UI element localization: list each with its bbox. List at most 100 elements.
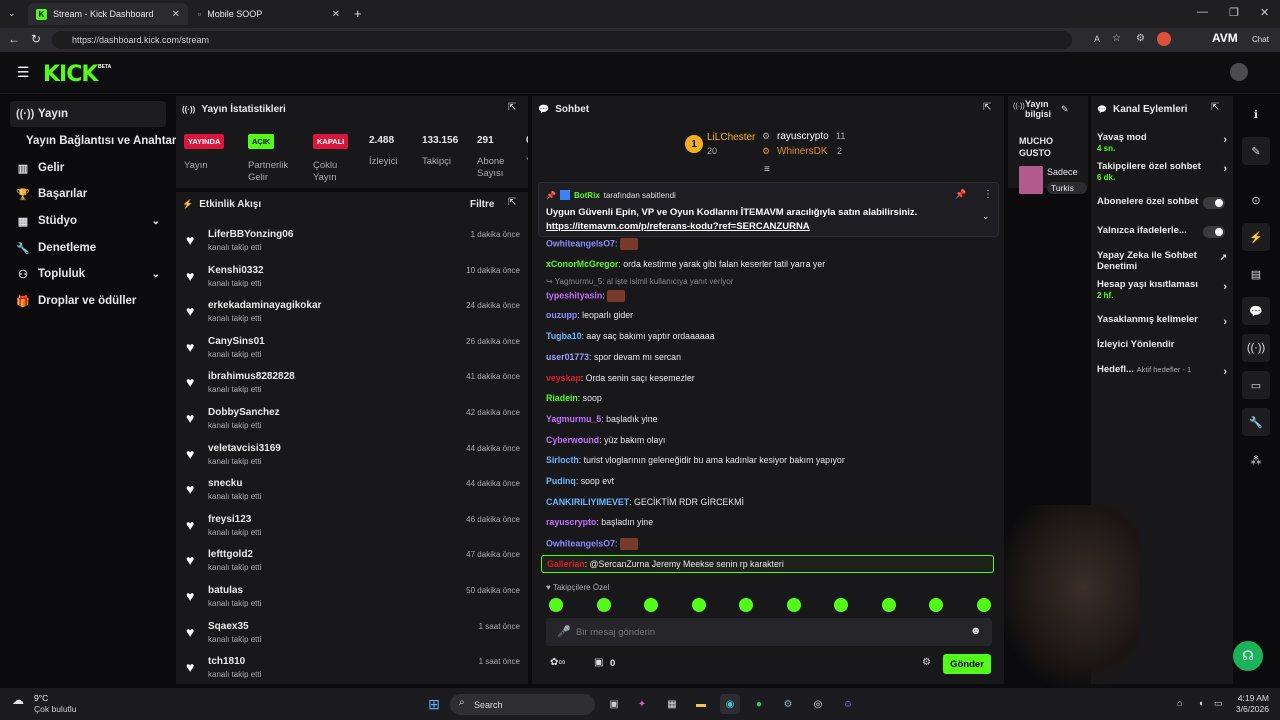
more-options-icon[interactable]: ⋮ [983,189,993,200]
settings-gear-icon[interactable]: ⚙ [922,657,931,668]
channel-action[interactable]: Yapay Zeka ile Sohbet Denetimi ↗ [1097,250,1227,272]
chat-message[interactable]: Cyberwound: yüz bakım olayı [546,435,998,445]
chat-message[interactable]: typeshityasin: [546,290,998,302]
chat-username[interactable]: xConorMcGregor [546,259,618,269]
follower-name[interactable]: LiferBBYonzing06 [208,229,293,240]
chat-message[interactable]: OwhiteangelsO7: [546,238,998,250]
follower-name[interactable]: CanySins01 [208,336,265,347]
follower-name[interactable]: lefttgold2 [208,549,253,560]
chevron-down-icon[interactable]: ⌄ [982,211,990,222]
layout-icon[interactable]: ▭ [1242,371,1270,399]
popout-icon[interactable]: ⇱ [983,102,991,113]
store-icon[interactable]: ▦ [662,694,682,714]
emote-icon[interactable] [596,598,611,612]
follower-name[interactable]: freysi123 [208,514,251,525]
clock-time[interactable]: 4:19 AM [1237,693,1269,703]
close-icon[interactable]: ✕ [172,9,180,20]
document-icon[interactable]: ▤ [1242,260,1270,288]
app-icon[interactable]: ◎ [808,694,828,714]
emote-icon[interactable] [644,598,658,612]
chat-message[interactable]: rayuscrypto: başladın yine [546,517,998,527]
follower-name[interactable]: Kenshi0332 [208,265,264,276]
sidebar-item-topluluk[interactable]: ⚇ Topluluk ⌄ [10,261,166,287]
battery-icon[interactable]: ▭ [1214,698,1223,709]
chat-username[interactable]: rayuscrypto [546,517,596,527]
tab-kick[interactable]: K Stream - Kick Dashboard ✕ [28,3,188,25]
extensions-icon[interactable]: ⚙ [1136,33,1145,44]
follower-name[interactable]: tch1810 [208,656,245,667]
channel-action[interactable]: Abonelere özel sohbet [1097,196,1227,209]
chat-username[interactable]: typeshityasin [546,290,602,300]
channel-action[interactable]: Yalnızca ifadelerle... [1097,225,1227,238]
chat-input[interactable] [576,623,956,641]
copilot-icon[interactable]: ✦ [632,694,652,714]
favorite-star-icon[interactable]: ☆ [1112,33,1121,44]
broadcast-icon[interactable]: ((·)) [1242,334,1270,362]
follower-name[interactable]: batulas [208,585,243,596]
pinned-link[interactable]: https://itemavm.com/p/referans-kodu?ref=… [546,221,810,232]
chat-message[interactable]: xConorMcGregor: orda kestirme yarak gibi… [546,259,998,269]
emote-icon[interactable] [786,598,801,612]
chat-username[interactable]: Riadein [546,393,578,403]
edge-browser-icon[interactable]: ◉ [720,694,740,714]
follower-name[interactable]: veletavcisi3169 [208,443,281,454]
tab-soop[interactable]: ▫ Mobile SOOP ✕ [190,3,348,25]
chat-username[interactable]: OwhiteangelsO7 [546,238,615,248]
task-view-icon[interactable]: ▣ [604,694,624,714]
minimize-icon[interactable]: — [1197,6,1208,18]
new-tab-icon[interactable]: + [354,6,362,21]
emote-icon[interactable] [881,598,896,612]
hamburger-menu-icon[interactable]: ☰ [17,64,30,81]
file-explorer-icon[interactable]: ▬ [691,694,711,714]
chat-message[interactable]: CANKIRILIYIMEVET: GECİKTİM RDR GİRCEKMİ [546,497,998,507]
channel-action[interactable]: Yavaş mod 4 sn. › [1097,132,1227,153]
channel-action[interactable]: Hesap yaşı kısıtlaması 2 hf. › [1097,279,1227,300]
window-close-icon[interactable]: ✕ [1260,6,1269,19]
chat-username[interactable]: ouzupp [546,310,577,320]
sidebar-item-yayin[interactable]: ((·)) Yayın [10,101,166,127]
extension-avatar-icon[interactable] [1157,32,1171,46]
sidebar-item-studyo[interactable]: ▦ Stüdyo ⌄ [10,208,166,234]
chat-message[interactable]: ouzupp: leoparlı gider [546,310,998,320]
chat-message[interactable]: OwhiteangelsO7: [546,538,998,550]
chat-username[interactable]: Yagmurmu_5 [546,414,601,424]
chat-username[interactable]: Sirlocth [546,455,579,465]
sidebar-item-denetleme[interactable]: 🔧 Denetleme [10,235,166,261]
tab-menu-icon[interactable]: ⌄ [8,8,16,19]
channel-action[interactable]: Takipçilere özel sohbet 6 dk. › [1097,161,1227,182]
chat-username[interactable]: veyskap [546,373,581,383]
chat-message[interactable]: Pudinq: soop evt [546,476,998,486]
emote-icon[interactable] [976,598,991,612]
avatar[interactable] [1230,63,1248,81]
points-icon[interactable]: ✿∞ [550,657,566,668]
chat-username[interactable]: Gallerian [547,559,585,569]
back-icon[interactable]: ← [8,32,20,46]
chat-message[interactable]: Riadein: soop [546,393,998,403]
info-icon[interactable]: ℹ [1242,100,1270,128]
popout-icon[interactable]: ⇱ [508,102,516,113]
discord-icon[interactable]: ☺ [838,694,858,714]
support-headset-icon[interactable]: ☊ [1233,641,1263,671]
emote-icon[interactable] [739,598,753,612]
chat-username[interactable]: Tugba10 [546,331,582,341]
toggle-switch[interactable] [1203,197,1225,209]
popout-icon[interactable]: ⇱ [508,197,516,208]
edit-icon[interactable]: ✎ [1242,137,1270,165]
gift-box-icon[interactable]: ▣ [594,657,603,668]
channel-action[interactable]: İzleyici Yönlendir [1097,339,1227,350]
kick-logo[interactable]: KICK [43,62,98,87]
camera-icon[interactable]: ⊙ [1242,186,1270,214]
chat-message[interactable]: Tugba10: aay saç bakımı yaptır ordaaaaaa [546,331,998,341]
chat-username[interactable]: Pudinq [546,476,576,486]
read-aloud-icon[interactable]: A [1094,34,1100,44]
unpin-icon[interactable]: 📌 [955,189,966,200]
steam-icon[interactable]: ⚙ [778,694,798,714]
close-icon[interactable]: ✕ [332,9,340,20]
sidebar-item-yayin-baglantisi[interactable]: Yayın Bağlantısı ve Anahtarı [10,128,180,154]
clock-date[interactable]: 3/6/2026 [1233,704,1269,714]
send-button[interactable]: Gönder [943,654,991,674]
leader-name[interactable]: WhinersDK [777,146,828,157]
chat-username[interactable]: Cyberwound [546,435,599,445]
sidebar-item-basarilar[interactable]: 🏆 Başarılar [10,181,166,207]
filter-button[interactable]: Filtre [470,199,494,210]
